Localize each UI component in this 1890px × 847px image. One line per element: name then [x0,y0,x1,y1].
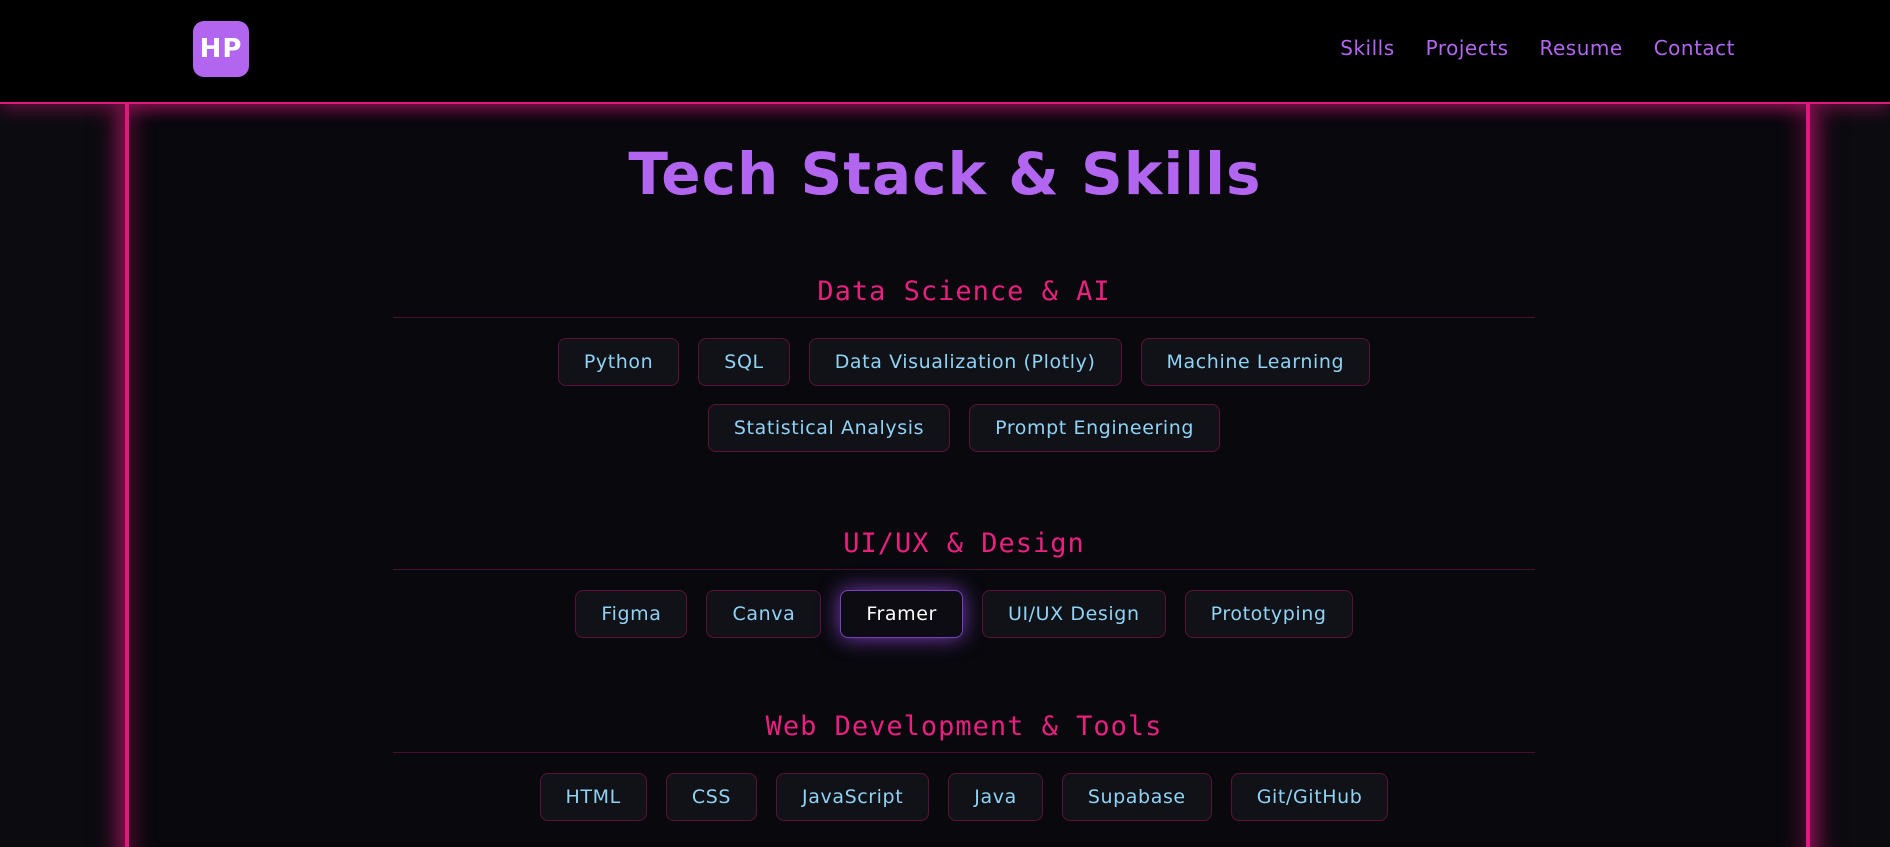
skill-chip-supabase[interactable]: Supabase [1061,773,1212,821]
skill-chip-figma[interactable]: Figma [575,590,688,638]
left-side-panel [0,103,123,847]
right-side-panel [1805,103,1890,847]
category-web-development: Web Development & Tools HTML CSS JavaScr… [393,707,1535,821]
category-divider [393,569,1535,570]
category-heading: UI/UX & Design [843,528,1085,559]
category-heading: Web Development & Tools [765,711,1163,742]
navbar: HP Skills Projects Resume Contact [0,0,1890,104]
chip-row: Python SQL Data Visualization (Plotly) M… [557,338,1371,386]
skill-chip-html[interactable]: HTML [539,773,647,821]
category-divider [393,752,1535,753]
logo[interactable]: HP [193,21,249,77]
nav-link-skills[interactable]: Skills [1340,36,1394,60]
chip-rows: HTML CSS JavaScript Java Supabase Git/Gi… [393,773,1535,821]
skill-chip-prompt-engineering[interactable]: Prompt Engineering [969,404,1221,452]
chip-row: Statistical Analysis Prompt Engineering [707,404,1221,452]
chip-row: HTML CSS JavaScript Java Supabase Git/Gi… [539,773,1389,821]
skill-chip-css[interactable]: CSS [665,773,758,821]
skill-chip-sql[interactable]: SQL [698,338,790,386]
nav-links: Skills Projects Resume Contact [1340,36,1735,60]
category-ui-ux-design: UI/UX & Design Figma Canva Framer UI/UX … [393,524,1535,638]
page: HP Skills Projects Resume Contact Tech S… [0,0,1890,847]
skill-chip-git-github[interactable]: Git/GitHub [1230,773,1389,821]
nav-link-resume[interactable]: Resume [1540,36,1623,60]
skill-chip-machine-learning[interactable]: Machine Learning [1140,338,1371,386]
skill-chip-ui-ux-design[interactable]: UI/UX Design [981,590,1166,638]
skill-chip-javascript[interactable]: JavaScript [776,773,930,821]
skill-chip-python[interactable]: Python [557,338,680,386]
page-title: Tech Stack & Skills [628,140,1262,208]
skill-chip-java[interactable]: Java [948,773,1043,821]
nav-link-projects[interactable]: Projects [1426,36,1509,60]
skill-chip-canva[interactable]: Canva [706,590,822,638]
category-data-science: Data Science & AI Python SQL Data Visual… [393,272,1535,452]
chip-rows: Figma Canva Framer UI/UX Design Prototyp… [393,590,1535,638]
nav-link-contact[interactable]: Contact [1654,36,1735,60]
category-heading: Data Science & AI [817,276,1111,307]
skill-chip-statistical-analysis[interactable]: Statistical Analysis [707,404,951,452]
skill-chip-framer[interactable]: Framer [840,590,963,638]
chip-rows: Python SQL Data Visualization (Plotly) M… [393,338,1535,452]
skill-chip-prototyping[interactable]: Prototyping [1184,590,1353,638]
chip-row: Figma Canva Framer UI/UX Design Prototyp… [575,590,1353,638]
skill-chip-data-visualization[interactable]: Data Visualization (Plotly) [808,338,1122,386]
category-divider [393,317,1535,318]
